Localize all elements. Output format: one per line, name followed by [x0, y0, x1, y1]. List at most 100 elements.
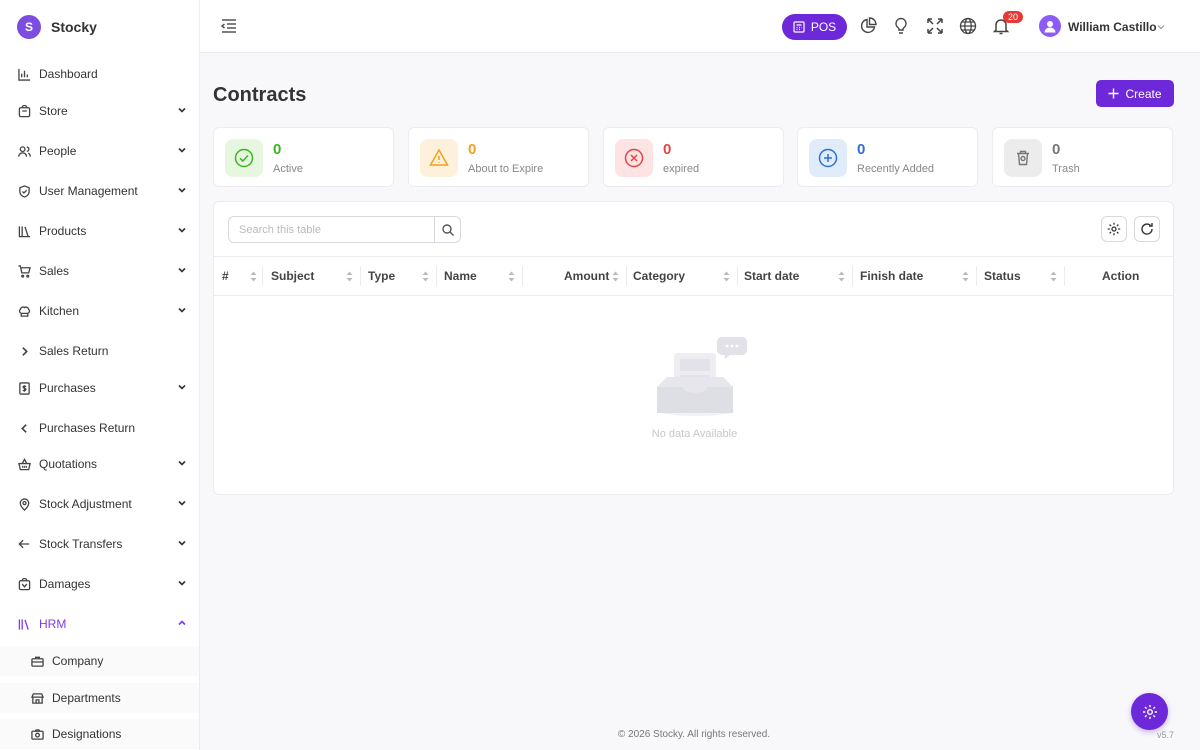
table-header: # Subject Type Name Amount Category Star… — [214, 256, 1173, 296]
sidebar-item-label: Sales Return — [39, 344, 109, 358]
stat-card-recently-added[interactable]: 0 Recently Added — [797, 127, 978, 187]
lightbulb-icon[interactable] — [892, 17, 910, 35]
avatar[interactable] — [1039, 15, 1061, 37]
pos-button[interactable]: POS — [782, 14, 847, 40]
sidebar-item-label: Sales — [39, 264, 70, 278]
sidebar-item-sales[interactable]: Sales — [0, 256, 199, 286]
sidebar-item-hrm[interactable]: HRM — [0, 609, 199, 639]
chevron-down-icon — [178, 307, 186, 313]
brand-logo: S — [17, 14, 41, 39]
sort-icon[interactable] — [723, 271, 730, 282]
stat-card-expired[interactable]: 0 expired — [603, 127, 784, 187]
column-header-name[interactable]: Name — [444, 257, 477, 295]
sidebar-item-damages[interactable]: Damages — [0, 569, 199, 599]
refresh-button[interactable] — [1134, 216, 1160, 242]
sort-icon[interactable] — [250, 271, 257, 282]
column-header-number[interactable]: # — [222, 257, 229, 295]
sort-icon[interactable] — [346, 271, 353, 282]
sidebar-item-stock-transfers[interactable]: Stock Transfers — [0, 529, 199, 559]
sidebar-item-purchases-return[interactable]: Purchases Return — [0, 413, 199, 443]
column-header-amount[interactable]: Amount — [564, 257, 609, 295]
footer-copyright: © 2026 Stocky. All rights reserved. — [617, 729, 771, 740]
column-header-finish-date[interactable]: Finish date — [860, 257, 923, 295]
plus-circle-icon — [809, 139, 847, 177]
column-divider — [1064, 266, 1065, 286]
sidebar-item-label: Company — [52, 654, 104, 668]
stat-card-trash[interactable]: 0 Trash — [992, 127, 1173, 187]
gear-icon — [1107, 222, 1121, 236]
stat-value: 0 — [663, 141, 672, 158]
stat-card-active[interactable]: 0 Active — [213, 127, 394, 187]
sort-icon[interactable] — [1050, 271, 1057, 282]
page-title: Contracts — [213, 84, 307, 106]
sidebar-item-label: Products — [39, 224, 87, 238]
sort-icon[interactable] — [838, 271, 845, 282]
sidebar-item-label: People — [39, 144, 77, 158]
plus-icon — [1108, 88, 1119, 99]
brand[interactable]: S Stocky — [0, 0, 199, 53]
sidebar-item-stock-adjustment[interactable]: Stock Adjustment — [0, 489, 199, 519]
camera-icon — [30, 727, 44, 741]
contracts-table-card: # Subject Type Name Amount Category Star… — [213, 201, 1174, 495]
sidebar-item-label: Purchases Return — [39, 421, 136, 435]
sidebar-item-label: HRM — [39, 617, 67, 631]
stat-card-about-to-expire[interactable]: 0 About to Expire — [408, 127, 589, 187]
sidebar-subitem-departments[interactable]: Departments — [0, 683, 199, 713]
pie-chart-icon[interactable] — [859, 17, 877, 35]
chevron-down-icon — [178, 540, 186, 546]
sidebar-item-sales-return[interactable]: Sales Return — [0, 336, 199, 366]
column-header-type[interactable]: Type — [368, 257, 395, 295]
settings-fab-button[interactable] — [1131, 693, 1168, 730]
store-icon — [17, 104, 31, 118]
sidebar-subitem-designations[interactable]: Designations — [0, 719, 199, 749]
sort-icon[interactable] — [962, 271, 969, 282]
cart-icon — [17, 264, 31, 278]
column-settings-button[interactable] — [1101, 216, 1127, 242]
column-divider — [852, 266, 853, 286]
refresh-icon — [1141, 223, 1153, 235]
topbar: POS 20 William Castillo — [200, 0, 1200, 53]
arrow-left-icon — [17, 537, 31, 551]
globe-icon[interactable] — [959, 17, 977, 35]
menu-toggle-icon[interactable] — [220, 17, 238, 35]
sidebar-item-user-management[interactable]: User Management — [0, 176, 199, 206]
sidebar-item-quotations[interactable]: Quotations — [0, 449, 199, 479]
search-input[interactable] — [229, 217, 434, 242]
sort-icon[interactable] — [422, 271, 429, 282]
fullscreen-icon[interactable] — [926, 17, 944, 35]
chevron-down-icon — [178, 227, 186, 233]
chevron-down-icon[interactable] — [1156, 22, 1166, 32]
stat-value: 0 — [273, 141, 282, 158]
column-divider — [436, 266, 437, 286]
sort-icon[interactable] — [508, 271, 515, 282]
search-button[interactable] — [434, 217, 460, 242]
stat-label: About to Expire — [468, 163, 544, 175]
sidebar-item-people[interactable]: People — [0, 136, 199, 166]
sidebar-item-purchases[interactable]: Purchases — [0, 373, 199, 403]
column-header-status[interactable]: Status — [984, 257, 1021, 295]
stat-label: expired — [663, 163, 700, 175]
sidebar-subitem-company[interactable]: Company — [0, 646, 199, 676]
stat-label: Trash — [1052, 163, 1080, 175]
sidebar-item-dashboard[interactable]: Dashboard — [0, 59, 199, 89]
search-icon — [441, 223, 454, 236]
column-header-action: Action — [1102, 269, 1140, 283]
sidebar-item-store[interactable]: Store — [0, 96, 199, 126]
create-button[interactable]: Create — [1096, 80, 1174, 107]
user-name[interactable]: William Castillo — [1068, 20, 1157, 34]
sort-icon[interactable] — [612, 271, 619, 282]
sidebar-item-label: Purchases — [39, 381, 96, 395]
column-header-subject[interactable]: Subject — [271, 257, 314, 295]
basket-icon — [17, 457, 31, 471]
sidebar-item-label: Stock Adjustment — [39, 497, 132, 511]
column-divider — [262, 266, 263, 286]
sidebar-item-kitchen[interactable]: Kitchen — [0, 296, 199, 326]
column-divider — [522, 266, 523, 286]
sidebar-item-label: Kitchen — [39, 304, 80, 318]
column-header-category[interactable]: Category — [633, 257, 685, 295]
sidebar-item-label: Dashboard — [39, 67, 98, 81]
brand-name: Stocky — [51, 18, 97, 35]
column-header-start-date[interactable]: Start date — [744, 257, 799, 295]
sidebar-item-products[interactable]: Products — [0, 216, 199, 246]
user-icon — [1044, 21, 1056, 33]
